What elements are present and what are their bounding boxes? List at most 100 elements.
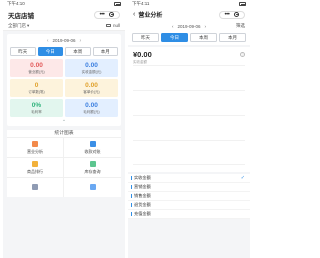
tab-yesterday[interactable]: 昨天: [10, 47, 36, 56]
battery-icon: [239, 2, 246, 6]
help-icon[interactable]: ?: [240, 52, 245, 57]
tab-this-month[interactable]: 本月: [219, 33, 246, 42]
stat-value: 0%: [31, 101, 42, 109]
business-analysis-icon: [32, 140, 38, 147]
func-label: 收款对账: [84, 148, 101, 154]
date-value[interactable]: 2019-09-06: [52, 38, 75, 43]
close-target-icon[interactable]: [109, 12, 115, 17]
accent-bar: [131, 194, 132, 198]
list-item[interactable]: 实收金额 ✓: [128, 174, 250, 183]
stat-orders[interactable]: 0 订单数(笔): [10, 79, 63, 97]
stat-value: 0.00: [85, 61, 98, 69]
func-extra-1[interactable]: [7, 177, 64, 197]
stat-label: 毛利率: [31, 109, 42, 114]
stat-label: 客单价(元): [83, 89, 100, 94]
grid-line: [133, 115, 245, 116]
stat-label: 实收金额(元): [81, 69, 102, 74]
stat-revenue[interactable]: 0.00 营业额(元): [10, 59, 63, 77]
tab-this-week[interactable]: 本周: [65, 47, 91, 56]
list-item-label: 退货金额: [134, 202, 151, 207]
accent-bar: [131, 212, 132, 216]
stat-received[interactable]: 0.00 实收金额(元): [65, 59, 118, 77]
page-title: 营业分析: [138, 13, 163, 19]
prev-date-icon[interactable]: ‹: [47, 38, 49, 44]
func-label: 营业分析: [27, 148, 43, 154]
next-date-icon[interactable]: ›: [80, 38, 82, 44]
tab-this-month[interactable]: 本月: [92, 47, 118, 56]
status-bar: 下午4:10: [3, 0, 125, 8]
stat-margin[interactable]: 0.00 毛利额(元): [65, 99, 118, 117]
list-item[interactable]: 营销金额: [128, 183, 250, 192]
close-target-icon[interactable]: [234, 12, 240, 17]
status-time: 下午4:10: [7, 1, 25, 6]
miniprogram-capsule[interactable]: •••: [94, 10, 120, 19]
filter-button[interactable]: 筛选: [236, 23, 245, 29]
product-ranking-icon: [32, 160, 38, 167]
store-selector-label: 全部门店: [8, 22, 26, 28]
stat-value: 0.00: [85, 81, 98, 89]
func-inventory-query[interactable]: 库存查询: [64, 157, 121, 177]
store-right-text: null: [112, 23, 120, 28]
chevron-down-icon: ▾: [27, 22, 30, 28]
screenshot-root: 下午4:10 天店店铺 ••• 全部门店 ▾ null ‹ 2019-09-06…: [0, 0, 252, 258]
list-item-label: 销售金额: [134, 193, 151, 198]
amount-chart-card: ¥0.00 ? 实收金额: [128, 47, 250, 172]
nav-bar: ‹ 营业分析 •••: [128, 8, 250, 21]
date-value[interactable]: 2019-09-06: [177, 24, 200, 29]
expand-chevron-icon[interactable]: ⌄: [10, 118, 118, 123]
metric-list: 实收金额 ✓ 营销金额 销售金额 退货金额 充值金额: [128, 174, 250, 219]
status-bar: 下午4:11: [128, 0, 250, 8]
tab-today[interactable]: 今日: [161, 33, 188, 42]
page-title: 天店店铺: [8, 12, 34, 20]
func-label: 商品排行: [27, 168, 43, 174]
nav-bar: 天店店铺 •••: [3, 8, 125, 21]
stat-value: 0.00: [85, 101, 98, 109]
inventory-query-icon: [89, 160, 96, 167]
grid-line: [133, 90, 245, 91]
grid-line: [133, 140, 245, 141]
status-time: 下午4:11: [132, 1, 150, 6]
screen-icon[interactable]: [105, 23, 111, 28]
func-business-analysis[interactable]: 营业分析: [7, 137, 64, 157]
function-grid: 营业分析 收款对账 商品排行 库存查询: [7, 137, 121, 197]
stat-label: 毛利额(元): [83, 109, 100, 114]
stat-label: 订单数(笔): [28, 89, 45, 94]
stat-avg-price[interactable]: 0.00 客单价(元): [65, 79, 118, 97]
accent-bar: [131, 185, 132, 189]
payment-reconcile-icon: [89, 140, 96, 147]
func-product-ranking[interactable]: 商品排行: [7, 157, 64, 177]
extra-function-icon: [89, 183, 96, 190]
period-tabs: 昨天 今日 本周 本月: [10, 47, 118, 56]
func-payment-reconcile[interactable]: 收款对账: [64, 137, 121, 157]
stat-margin-rate[interactable]: 0% 毛利率: [10, 99, 63, 117]
next-date-icon[interactable]: ›: [205, 24, 207, 29]
tab-yesterday[interactable]: 昨天: [132, 33, 159, 42]
func-extra-2[interactable]: [64, 177, 121, 197]
list-item-label: 充值金额: [134, 211, 151, 216]
business-analysis-screen: 下午4:11 ‹ 营业分析 ••• ‹ 2019-09-06 › 筛选 昨天 今…: [128, 0, 250, 258]
back-arrow-icon[interactable]: ‹: [133, 11, 135, 18]
more-dots-icon[interactable]: •••: [100, 12, 105, 18]
stat-label: 营业额(元): [28, 69, 45, 74]
amount-value: ¥0.00: [133, 50, 152, 59]
extra-function-icon: [32, 183, 38, 190]
store-bar: 全部门店 ▾ null: [3, 21, 125, 31]
battery-icon: [114, 2, 121, 6]
list-item[interactable]: 销售金额: [128, 192, 250, 201]
grid-line: [133, 164, 245, 165]
more-dots-icon[interactable]: •••: [225, 12, 230, 18]
prev-date-icon[interactable]: ‹: [172, 24, 174, 29]
chart-section-title: 统计图表: [7, 130, 121, 137]
miniprogram-capsule[interactable]: •••: [219, 10, 245, 19]
home-screen: 下午4:10 天店店铺 ••• 全部门店 ▾ null ‹ 2019-09-06…: [3, 0, 125, 258]
tab-today[interactable]: 今日: [37, 47, 63, 56]
tab-this-week[interactable]: 本周: [190, 33, 217, 42]
accent-bar: [131, 176, 132, 180]
list-item-label: 实收金额: [134, 175, 151, 180]
list-item-label: 营销金额: [134, 184, 151, 189]
list-item[interactable]: 退货金额: [128, 201, 250, 210]
stat-value: 0: [34, 81, 39, 89]
grid-line: [133, 65, 245, 66]
list-item[interactable]: 充值金额: [128, 210, 250, 219]
store-selector[interactable]: 全部门店 ▾: [8, 23, 29, 29]
